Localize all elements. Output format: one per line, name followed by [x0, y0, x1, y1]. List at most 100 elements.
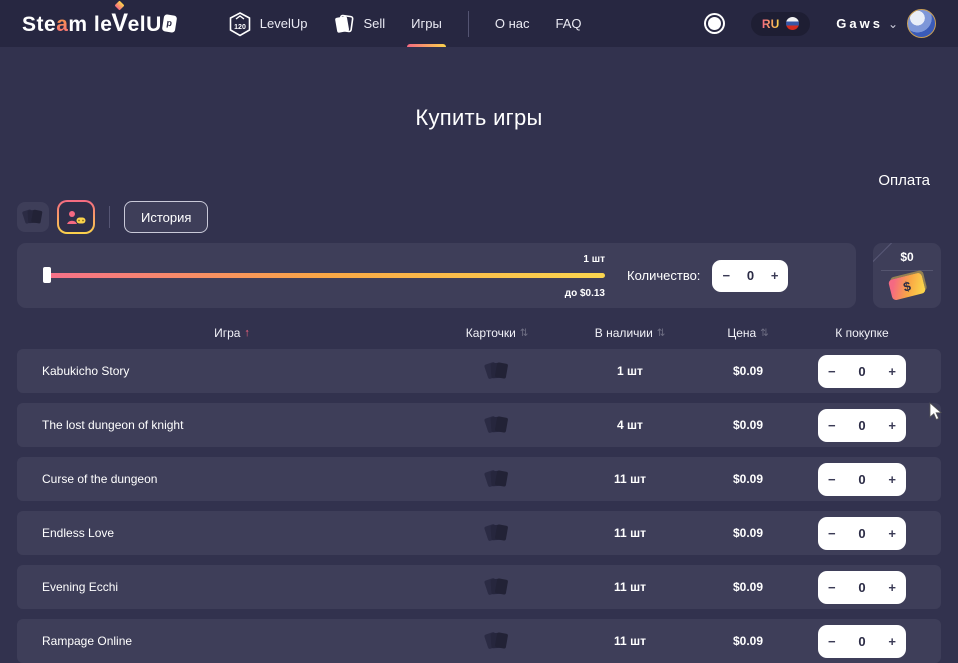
stock-value: 4 шт — [547, 418, 713, 432]
nav-label: LevelUp — [260, 16, 308, 31]
header-right: RU Gaws ⌄ — [708, 9, 936, 38]
quantity-value: 0 — [858, 580, 865, 595]
column-price[interactable]: Цена⇅ — [713, 326, 783, 340]
cards-icon — [484, 629, 510, 653]
main-nav: 120 LevelUp Sell Игры О нас FAQ — [228, 0, 582, 47]
increase-button[interactable]: + — [771, 269, 779, 282]
game-name: Evening Ecchi — [17, 580, 447, 594]
payment-total: $0 — [873, 250, 941, 264]
tab-games-view[interactable] — [57, 200, 95, 234]
game-name: Rampage Online — [17, 634, 447, 648]
decrease-button[interactable]: − — [828, 473, 836, 486]
decrease-button[interactable]: − — [828, 527, 836, 540]
quantity-value: 0 — [858, 472, 865, 487]
card-icon: p — [162, 14, 177, 33]
quantity-stepper[interactable]: − 0 + — [712, 260, 788, 292]
slider-track[interactable] — [45, 273, 605, 278]
stock-value: 11 шт — [547, 580, 713, 594]
game-name: Endless Love — [17, 526, 447, 540]
username: Gaws — [836, 16, 883, 31]
increase-button[interactable]: + — [888, 527, 896, 540]
stock-value: 11 шт — [547, 472, 713, 486]
column-to-buy[interactable]: К покупке — [783, 326, 941, 340]
cards-icon — [22, 207, 44, 227]
quantity-stepper[interactable]: − 0 + — [818, 409, 906, 442]
logo-v: V — [111, 9, 128, 38]
nav-item-faq[interactable]: FAQ — [555, 0, 581, 47]
increase-button[interactable]: + — [888, 419, 896, 432]
cards-icon — [484, 413, 510, 437]
purchase-row: 1 шт до $0.13 Количество: − 0 + $0 $ — [17, 243, 941, 308]
payment-box[interactable]: $0 $ — [873, 243, 941, 308]
logo-text: Ste — [22, 13, 56, 37]
table-row: Curse of the dungeon 11 шт $0.09 − 0 + — [17, 457, 941, 501]
slider-max-label: 1 шт — [583, 254, 605, 265]
decrease-button[interactable]: − — [828, 419, 836, 432]
games-table: Kabukicho Story 1 шт $0.09 − 0 + The los… — [17, 349, 941, 663]
slider-price-label: до $0.13 — [565, 288, 605, 299]
nav-item-games[interactable]: Игры — [411, 0, 442, 47]
quantity-value: 0 — [747, 268, 754, 283]
history-button[interactable]: История — [124, 201, 208, 233]
logo-text: elU — [128, 13, 162, 37]
table-row: Kabukicho Story 1 шт $0.09 − 0 + — [17, 349, 941, 393]
decrease-button[interactable]: − — [722, 269, 730, 282]
increase-button[interactable]: + — [888, 473, 896, 486]
price-value: $0.09 — [713, 472, 783, 486]
increase-button[interactable]: + — [888, 635, 896, 648]
view-controls: История — [17, 200, 958, 234]
decrease-button[interactable]: − — [828, 581, 836, 594]
increase-button[interactable]: + — [888, 581, 896, 594]
game-name: The lost dungeon of knight — [17, 418, 447, 432]
quantity-value: 0 — [858, 418, 865, 433]
quantity-stepper[interactable]: − 0 + — [818, 571, 906, 604]
money-icon: $ — [888, 272, 926, 301]
avatar[interactable] — [907, 9, 936, 38]
nav-item-about[interactable]: О нас — [495, 0, 530, 47]
person-gamepad-icon — [66, 210, 86, 225]
quantity-stepper[interactable]: − 0 + — [818, 517, 906, 550]
sort-icon: ⇅ — [520, 328, 528, 339]
nav-label: Игры — [411, 16, 442, 31]
nav-label: О нас — [495, 16, 530, 31]
quantity-value: 0 — [858, 526, 865, 541]
nav-item-levelup[interactable]: 120 LevelUp — [228, 0, 308, 47]
sort-asc-icon: ↑ — [244, 327, 250, 339]
slider-handle[interactable] — [43, 267, 51, 283]
user-menu[interactable]: Gaws ⌄ — [836, 9, 936, 38]
decrease-button[interactable]: − — [828, 635, 836, 648]
page-title: Купить игры — [0, 105, 958, 131]
theme-toggle[interactable] — [708, 17, 721, 30]
nav-item-sell[interactable]: Sell — [333, 0, 385, 47]
cards-icon — [484, 359, 510, 383]
cards-icon — [484, 521, 510, 545]
language-selector[interactable]: RU — [751, 12, 810, 36]
payment-heading: Оплата — [0, 172, 930, 189]
increase-button[interactable]: + — [888, 365, 896, 378]
table-row: Evening Ecchi 11 шт $0.09 − 0 + — [17, 565, 941, 609]
game-name: Curse of the dungeon — [17, 472, 447, 486]
table-row: The lost dungeon of knight 4 шт $0.09 − … — [17, 403, 941, 447]
stock-value: 1 шт — [547, 364, 713, 378]
quantity-stepper[interactable]: − 0 + — [818, 355, 906, 388]
decrease-button[interactable]: − — [828, 365, 836, 378]
nav-divider — [468, 11, 469, 37]
price-value: $0.09 — [713, 364, 783, 378]
table-header: Игра↑ Карточки⇅ В наличии⇅ Цена⇅ К покуп… — [17, 323, 941, 343]
price-value: $0.09 — [713, 526, 783, 540]
column-stock[interactable]: В наличии⇅ — [547, 326, 713, 340]
slider[interactable]: 1 шт до $0.13 — [45, 273, 605, 278]
site-logo[interactable]: Steam leVelUp — [22, 9, 176, 38]
quantity-slider-panel: 1 шт до $0.13 Количество: − 0 + — [17, 243, 856, 308]
quantity-value: 0 — [858, 634, 865, 649]
column-cards[interactable]: Карточки⇅ — [447, 326, 547, 340]
cards-icon — [484, 467, 510, 491]
quantity-stepper[interactable]: − 0 + — [818, 463, 906, 496]
cards-icon — [484, 575, 510, 599]
tab-cards-view[interactable] — [17, 202, 49, 232]
table-row: Rampage Online 11 шт $0.09 − 0 + — [17, 619, 941, 663]
payment-divider — [881, 270, 933, 271]
sort-icon: ⇅ — [760, 328, 768, 339]
column-game[interactable]: Игра↑ — [17, 326, 447, 340]
quantity-stepper[interactable]: − 0 + — [818, 625, 906, 658]
